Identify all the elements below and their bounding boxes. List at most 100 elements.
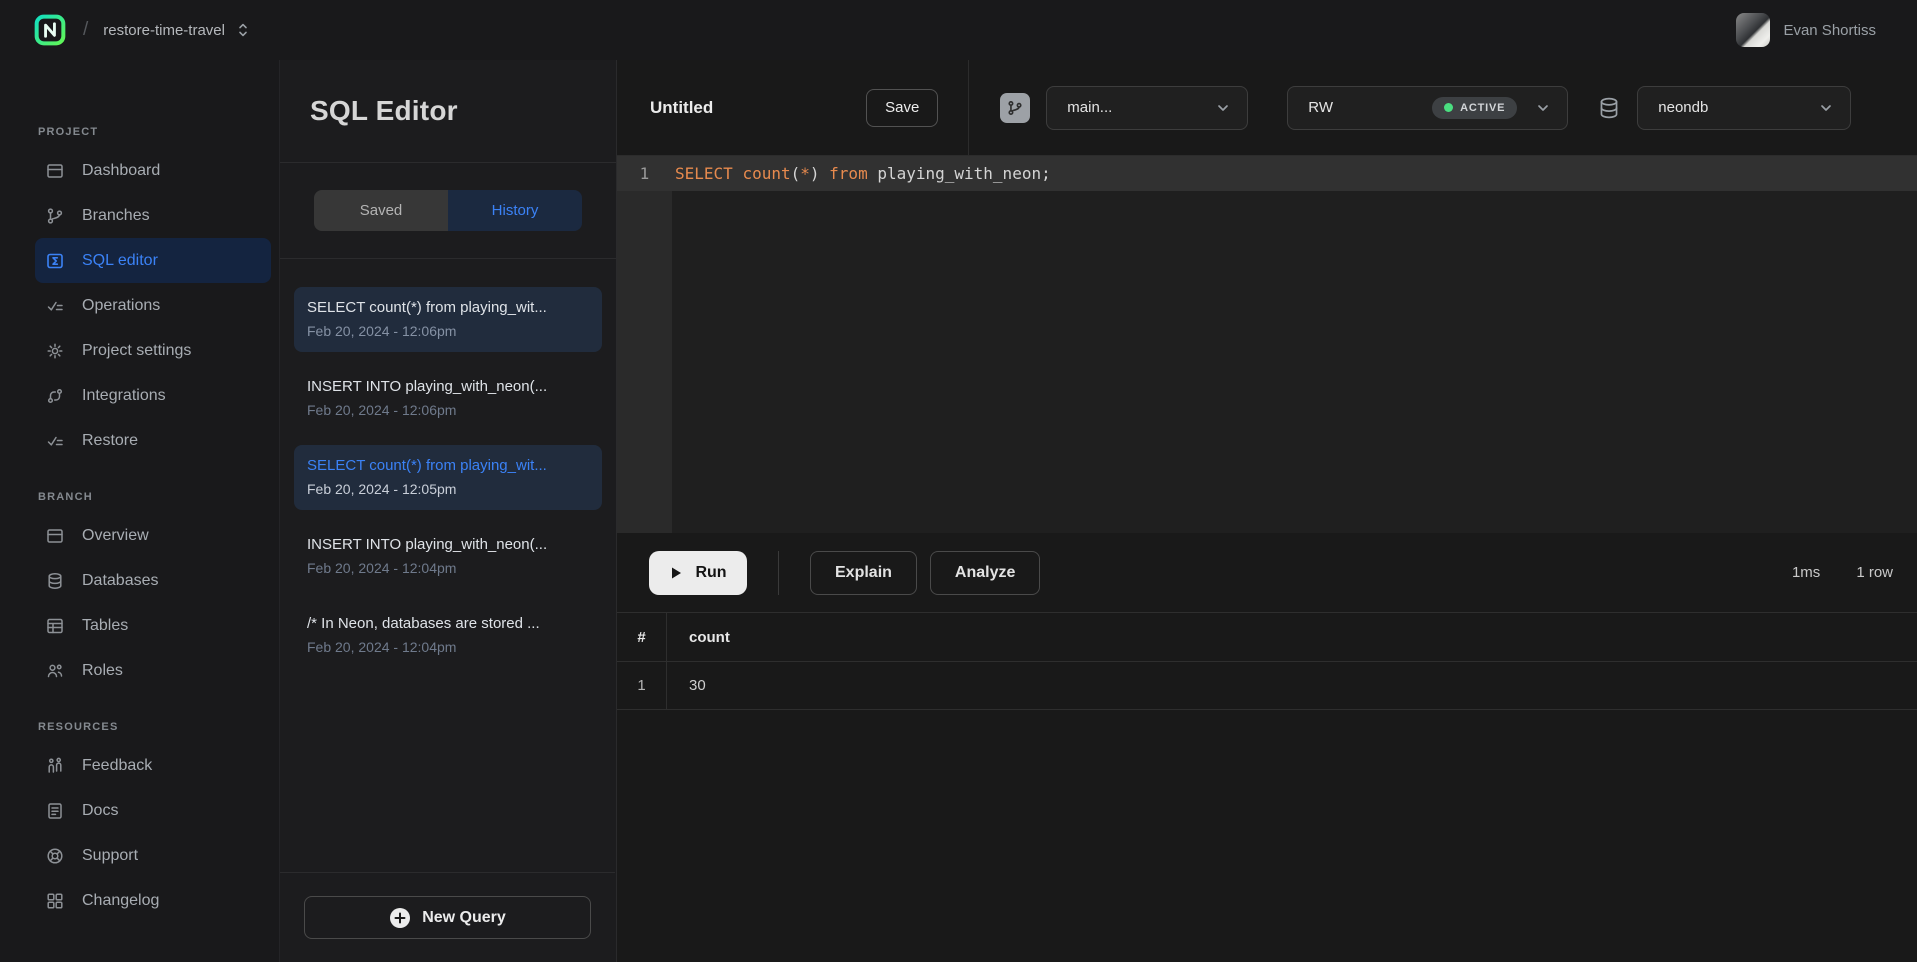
sidebar-section-branch: BRANCH: [38, 491, 279, 503]
sidebar-item-tables[interactable]: Tables: [0, 603, 279, 648]
query-stats: 1ms 1 row: [1792, 564, 1893, 581]
sidebar-item-overview[interactable]: Overview: [0, 513, 279, 558]
lifebuoy-icon: [45, 846, 65, 866]
sidebar-item-roles[interactable]: Roles: [0, 648, 279, 693]
project-switcher-icon[interactable]: [236, 22, 250, 38]
sidebar-section-resources: RESOURCES: [38, 721, 279, 733]
sidebar-item-label: SQL editor: [82, 252, 158, 270]
integrations-icon: [45, 386, 65, 406]
compute-select[interactable]: RW ACTIVE: [1287, 86, 1568, 130]
chevron-down-icon: [1535, 100, 1551, 116]
saved-history-tabs: Saved History: [314, 190, 582, 231]
sql-code-line[interactable]: SELECT count(*) from playing_with_neon;: [675, 156, 1051, 191]
gear-icon: [45, 341, 65, 361]
header-divider: [968, 60, 969, 155]
sidebar-item-docs[interactable]: Docs: [0, 788, 279, 833]
sidebar-item-label: Tables: [82, 617, 128, 635]
sidebar-item-label: Dashboard: [82, 162, 160, 180]
history-list: SELECT count(*) from playing_wit... Feb …: [280, 259, 616, 668]
run-label: Run: [695, 564, 726, 582]
line-number: 1: [617, 156, 672, 191]
history-item[interactable]: SELECT count(*) from playing_wit... Feb …: [294, 287, 602, 352]
sql-paren: ): [810, 164, 820, 183]
code-editor[interactable]: 1 SELECT count(*) from playing_with_neon…: [617, 156, 1917, 533]
avatar: [1736, 13, 1770, 47]
query-title[interactable]: Untitled: [650, 98, 713, 118]
history-item[interactable]: INSERT INTO playing_with_neon(... Feb 20…: [294, 524, 602, 589]
sql-keyword: SELECT: [675, 164, 742, 183]
save-button[interactable]: Save: [866, 89, 938, 127]
new-query-button[interactable]: New Query: [304, 896, 591, 939]
sidebar-item-restore[interactable]: Restore: [0, 418, 279, 463]
history-item[interactable]: INSERT INTO playing_with_neon(... Feb 20…: [294, 366, 602, 431]
sidebar-item-label: Project settings: [82, 342, 191, 360]
editor-header: Untitled Save main... RW ACTIVE: [617, 60, 1917, 156]
history-item-query: INSERT INTO playing_with_neon(...: [307, 378, 589, 395]
sidebar-item-databases[interactable]: Databases: [0, 558, 279, 603]
neon-console: / restore-time-travel Evan Shortiss PROJ…: [0, 0, 1917, 962]
history-item-date: Feb 20, 2024 - 12:04pm: [307, 560, 589, 576]
sidebar-item-integrations[interactable]: Integrations: [0, 373, 279, 418]
history-item-date: Feb 20, 2024 - 12:06pm: [307, 323, 589, 339]
sidebar-item-label: Integrations: [82, 387, 166, 405]
user-menu[interactable]: Evan Shortiss: [1736, 13, 1876, 47]
query-panel: SQL Editor Saved History SELECT count(*)…: [280, 60, 617, 962]
sidebar-item-dashboard[interactable]: Dashboard: [0, 148, 279, 193]
history-item[interactable]: /* In Neon, databases are stored ... Feb…: [294, 603, 602, 668]
branch-select[interactable]: main...: [1046, 86, 1248, 130]
sidebar-item-changelog[interactable]: Changelog: [0, 878, 279, 923]
table-row: 1 30: [617, 662, 1917, 710]
branch-select-value: main...: [1067, 99, 1112, 116]
explain-button[interactable]: Explain: [810, 551, 917, 595]
sidebar-item-project-settings[interactable]: Project settings: [0, 328, 279, 373]
breadcrumb-project-name[interactable]: restore-time-travel: [103, 22, 225, 39]
sidebar-section-project: PROJECT: [38, 126, 279, 138]
topbar: / restore-time-travel Evan Shortiss: [0, 0, 1917, 60]
page-title: SQL Editor: [310, 95, 458, 127]
tab-history[interactable]: History: [448, 190, 582, 231]
sidebar-item-label: Restore: [82, 432, 138, 450]
plus-circle-icon: [389, 907, 411, 929]
sidebar-item-label: Feedback: [82, 757, 152, 775]
row-index: 1: [617, 662, 667, 709]
main-area: Untitled Save main... RW ACTIVE: [617, 60, 1917, 962]
run-button[interactable]: Run: [649, 551, 747, 595]
history-item-query: SELECT count(*) from playing_wit...: [307, 457, 589, 474]
history-item-date: Feb 20, 2024 - 12:06pm: [307, 402, 589, 418]
database-icon: [45, 571, 65, 591]
operations-icon: [45, 296, 65, 316]
row-value: 30: [667, 662, 1917, 709]
new-query-label: New Query: [422, 909, 506, 927]
database-select-value: neondb: [1658, 99, 1708, 116]
sql-editor-icon: [45, 251, 65, 271]
sidebar-item-support[interactable]: Support: [0, 833, 279, 878]
sidebar-item-branches[interactable]: Branches: [0, 193, 279, 238]
sidebar-item-feedback[interactable]: Feedback: [0, 743, 279, 788]
sql-paren: (: [791, 164, 801, 183]
history-item-date: Feb 20, 2024 - 12:05pm: [307, 481, 589, 497]
sql-keyword: from: [820, 164, 878, 183]
grid-icon: [45, 891, 65, 911]
database-select[interactable]: neondb: [1637, 86, 1851, 130]
chevron-down-icon: [1818, 100, 1834, 116]
sidebar-item-sql-editor[interactable]: SQL editor: [35, 238, 271, 283]
dashboard-icon: [45, 161, 65, 181]
status-badge: ACTIVE: [1432, 97, 1517, 119]
sidebar-item-label: Docs: [82, 802, 118, 820]
column-header-count: count: [667, 613, 1917, 661]
history-item-query: SELECT count(*) from playing_wit...: [307, 299, 589, 316]
restore-icon: [45, 431, 65, 451]
sidebar: PROJECT Dashboard Branches SQL editor: [0, 60, 280, 962]
sidebar-item-operations[interactable]: Operations: [0, 283, 279, 328]
neon-logo-icon[interactable]: [34, 14, 66, 46]
users-icon: [45, 661, 65, 681]
feedback-icon: [45, 756, 65, 776]
analyze-button[interactable]: Analyze: [930, 551, 1040, 595]
actions-row: Run Explain Analyze 1ms 1 row: [617, 533, 1917, 613]
sidebar-item-label: Changelog: [82, 892, 159, 910]
tab-saved[interactable]: Saved: [314, 190, 448, 231]
chevron-down-icon: [1215, 100, 1231, 116]
git-branch-icon: [45, 206, 65, 226]
sidebar-item-label: Branches: [82, 207, 150, 225]
history-item-selected[interactable]: SELECT count(*) from playing_wit... Feb …: [294, 445, 602, 510]
